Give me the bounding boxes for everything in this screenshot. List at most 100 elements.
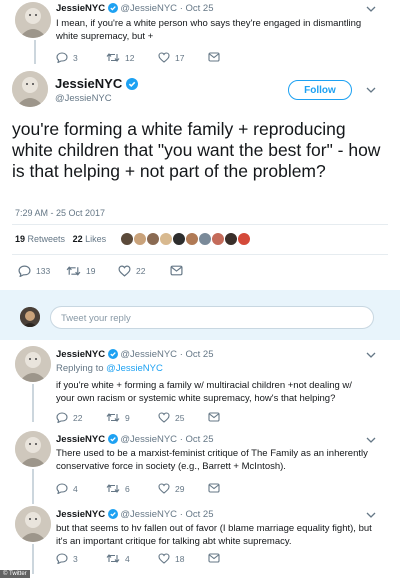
like-action[interactable]: 18 bbox=[158, 553, 184, 564]
reply-count: 22 bbox=[73, 412, 83, 423]
likes-stat[interactable]: 22 Likes bbox=[73, 234, 107, 244]
verified-icon bbox=[107, 434, 118, 444]
envelope-icon bbox=[208, 412, 220, 422]
tweet-text: if you're white + forming a family w/ mu… bbox=[56, 380, 352, 404]
liker-avatar[interactable] bbox=[198, 232, 212, 246]
retweet-action[interactable]: 6 bbox=[106, 483, 130, 494]
reply-icon bbox=[18, 265, 31, 277]
user-avatar bbox=[20, 307, 40, 327]
chevron-down-icon[interactable] bbox=[366, 511, 376, 519]
liker-avatar[interactable] bbox=[133, 232, 147, 246]
reply-icon bbox=[56, 412, 68, 423]
reply-icon bbox=[56, 483, 68, 494]
tweet-date[interactable]: Oct 25 bbox=[186, 349, 214, 360]
chevron-down-icon[interactable] bbox=[366, 351, 376, 359]
replying-to-handle[interactable]: @JessieNYC bbox=[106, 363, 163, 374]
retweet-action[interactable]: 9 bbox=[106, 412, 130, 423]
reply-action[interactable]: 133 bbox=[18, 265, 50, 277]
tweet-date[interactable]: Oct 25 bbox=[186, 434, 214, 445]
like-action[interactable]: 25 bbox=[158, 412, 184, 423]
liker-avatar[interactable] bbox=[159, 232, 173, 246]
message-action[interactable] bbox=[208, 483, 220, 493]
reply-action[interactable]: 22 bbox=[56, 412, 82, 423]
tweet-text: but that seems to hv fallen out of favor… bbox=[56, 523, 372, 547]
like-action[interactable]: 22 bbox=[118, 265, 145, 277]
author-name[interactable]: JessieNYC bbox=[56, 349, 105, 360]
like-count: 29 bbox=[175, 483, 185, 494]
tweet-date[interactable]: Oct 25 bbox=[186, 3, 214, 14]
liker-avatar[interactable] bbox=[146, 232, 160, 246]
verified-icon bbox=[125, 78, 138, 90]
divider bbox=[12, 224, 388, 225]
reply-action[interactable]: 3 bbox=[56, 52, 78, 63]
heart-icon bbox=[158, 52, 170, 63]
author-handle[interactable]: @JessieNYC bbox=[55, 93, 112, 104]
tweet-text: There used to be a marxist-feminist crit… bbox=[56, 448, 368, 472]
envelope-icon bbox=[208, 483, 220, 493]
author-handle[interactable]: @JessieNYC bbox=[120, 349, 177, 360]
thread-line bbox=[32, 544, 34, 574]
author-name[interactable]: JessieNYC bbox=[56, 434, 105, 445]
retweets-stat-label: Retweets bbox=[27, 234, 66, 244]
avatar[interactable] bbox=[15, 431, 51, 467]
retweet-count: 19 bbox=[86, 266, 96, 276]
separator-dot: · bbox=[179, 509, 183, 520]
tweet-header: JessieNYC @JessieNYC · Oct 25 bbox=[56, 3, 214, 14]
message-action[interactable] bbox=[208, 52, 220, 62]
envelope-icon bbox=[170, 265, 183, 276]
separator-dot: · bbox=[179, 3, 183, 14]
liker-avatar[interactable] bbox=[120, 232, 134, 246]
main-author[interactable]: JessieNYC bbox=[55, 76, 138, 91]
author-handle[interactable]: @JessieNYC bbox=[120, 434, 177, 445]
avatar[interactable] bbox=[15, 2, 51, 38]
verified-icon bbox=[107, 349, 118, 359]
liker-avatar[interactable] bbox=[172, 232, 186, 246]
reply-count: 4 bbox=[73, 483, 78, 494]
message-action[interactable] bbox=[170, 265, 183, 276]
reply-input[interactable]: Tweet your reply bbox=[50, 306, 374, 329]
separator-dot: · bbox=[179, 349, 183, 360]
retweet-action[interactable]: 4 bbox=[106, 553, 130, 564]
tweet-timestamp[interactable]: 7:29 AM - 25 Oct 2017 bbox=[15, 208, 105, 218]
chevron-down-icon[interactable] bbox=[366, 86, 376, 94]
divider bbox=[12, 254, 388, 255]
thread-line bbox=[32, 469, 34, 504]
tweet-text: I mean, if you're a white person who say… bbox=[56, 18, 362, 42]
message-action[interactable] bbox=[208, 412, 220, 422]
envelope-icon bbox=[208, 52, 220, 62]
retweet-icon bbox=[106, 53, 120, 62]
like-action[interactable]: 17 bbox=[158, 52, 184, 63]
retweet-icon bbox=[106, 484, 120, 493]
likers-avatars[interactable] bbox=[120, 232, 251, 246]
author-name[interactable]: JessieNYC bbox=[56, 3, 105, 14]
chevron-down-icon[interactable] bbox=[366, 5, 376, 13]
liker-avatar[interactable] bbox=[185, 232, 199, 246]
image-credit: © Twitter bbox=[0, 570, 30, 578]
heart-icon bbox=[118, 265, 131, 277]
chevron-down-icon[interactable] bbox=[366, 436, 376, 444]
retweet-action[interactable]: 19 bbox=[66, 265, 95, 277]
liker-avatar[interactable] bbox=[211, 232, 225, 246]
retweet-action[interactable]: 12 bbox=[106, 52, 134, 63]
tweet-date[interactable]: Oct 25 bbox=[186, 509, 214, 520]
message-action[interactable] bbox=[208, 553, 220, 563]
author-name[interactable]: JessieNYC bbox=[56, 509, 105, 520]
retweet-icon bbox=[106, 413, 120, 422]
author-name[interactable]: JessieNYC bbox=[55, 76, 122, 91]
author-handle[interactable]: @JessieNYC bbox=[120, 3, 177, 14]
avatar[interactable] bbox=[15, 506, 51, 542]
replying-to: Replying to @JessieNYC bbox=[56, 363, 163, 374]
like-action[interactable]: 29 bbox=[158, 483, 184, 494]
avatar[interactable] bbox=[12, 71, 48, 107]
liker-avatar[interactable] bbox=[237, 232, 251, 246]
author-handle[interactable]: @JessieNYC bbox=[120, 509, 177, 520]
reply-count: 133 bbox=[36, 266, 51, 276]
retweets-stat[interactable]: 19 Retweets bbox=[15, 234, 65, 244]
reply-icon bbox=[56, 553, 68, 564]
reply-action[interactable]: 3 bbox=[56, 553, 78, 564]
avatar[interactable] bbox=[15, 346, 51, 382]
reply-action[interactable]: 4 bbox=[56, 483, 78, 494]
tweet-header: JessieNYC @JessieNYC · Oct 25 bbox=[56, 509, 214, 520]
follow-button[interactable]: Follow bbox=[288, 80, 352, 100]
liker-avatar[interactable] bbox=[224, 232, 238, 246]
